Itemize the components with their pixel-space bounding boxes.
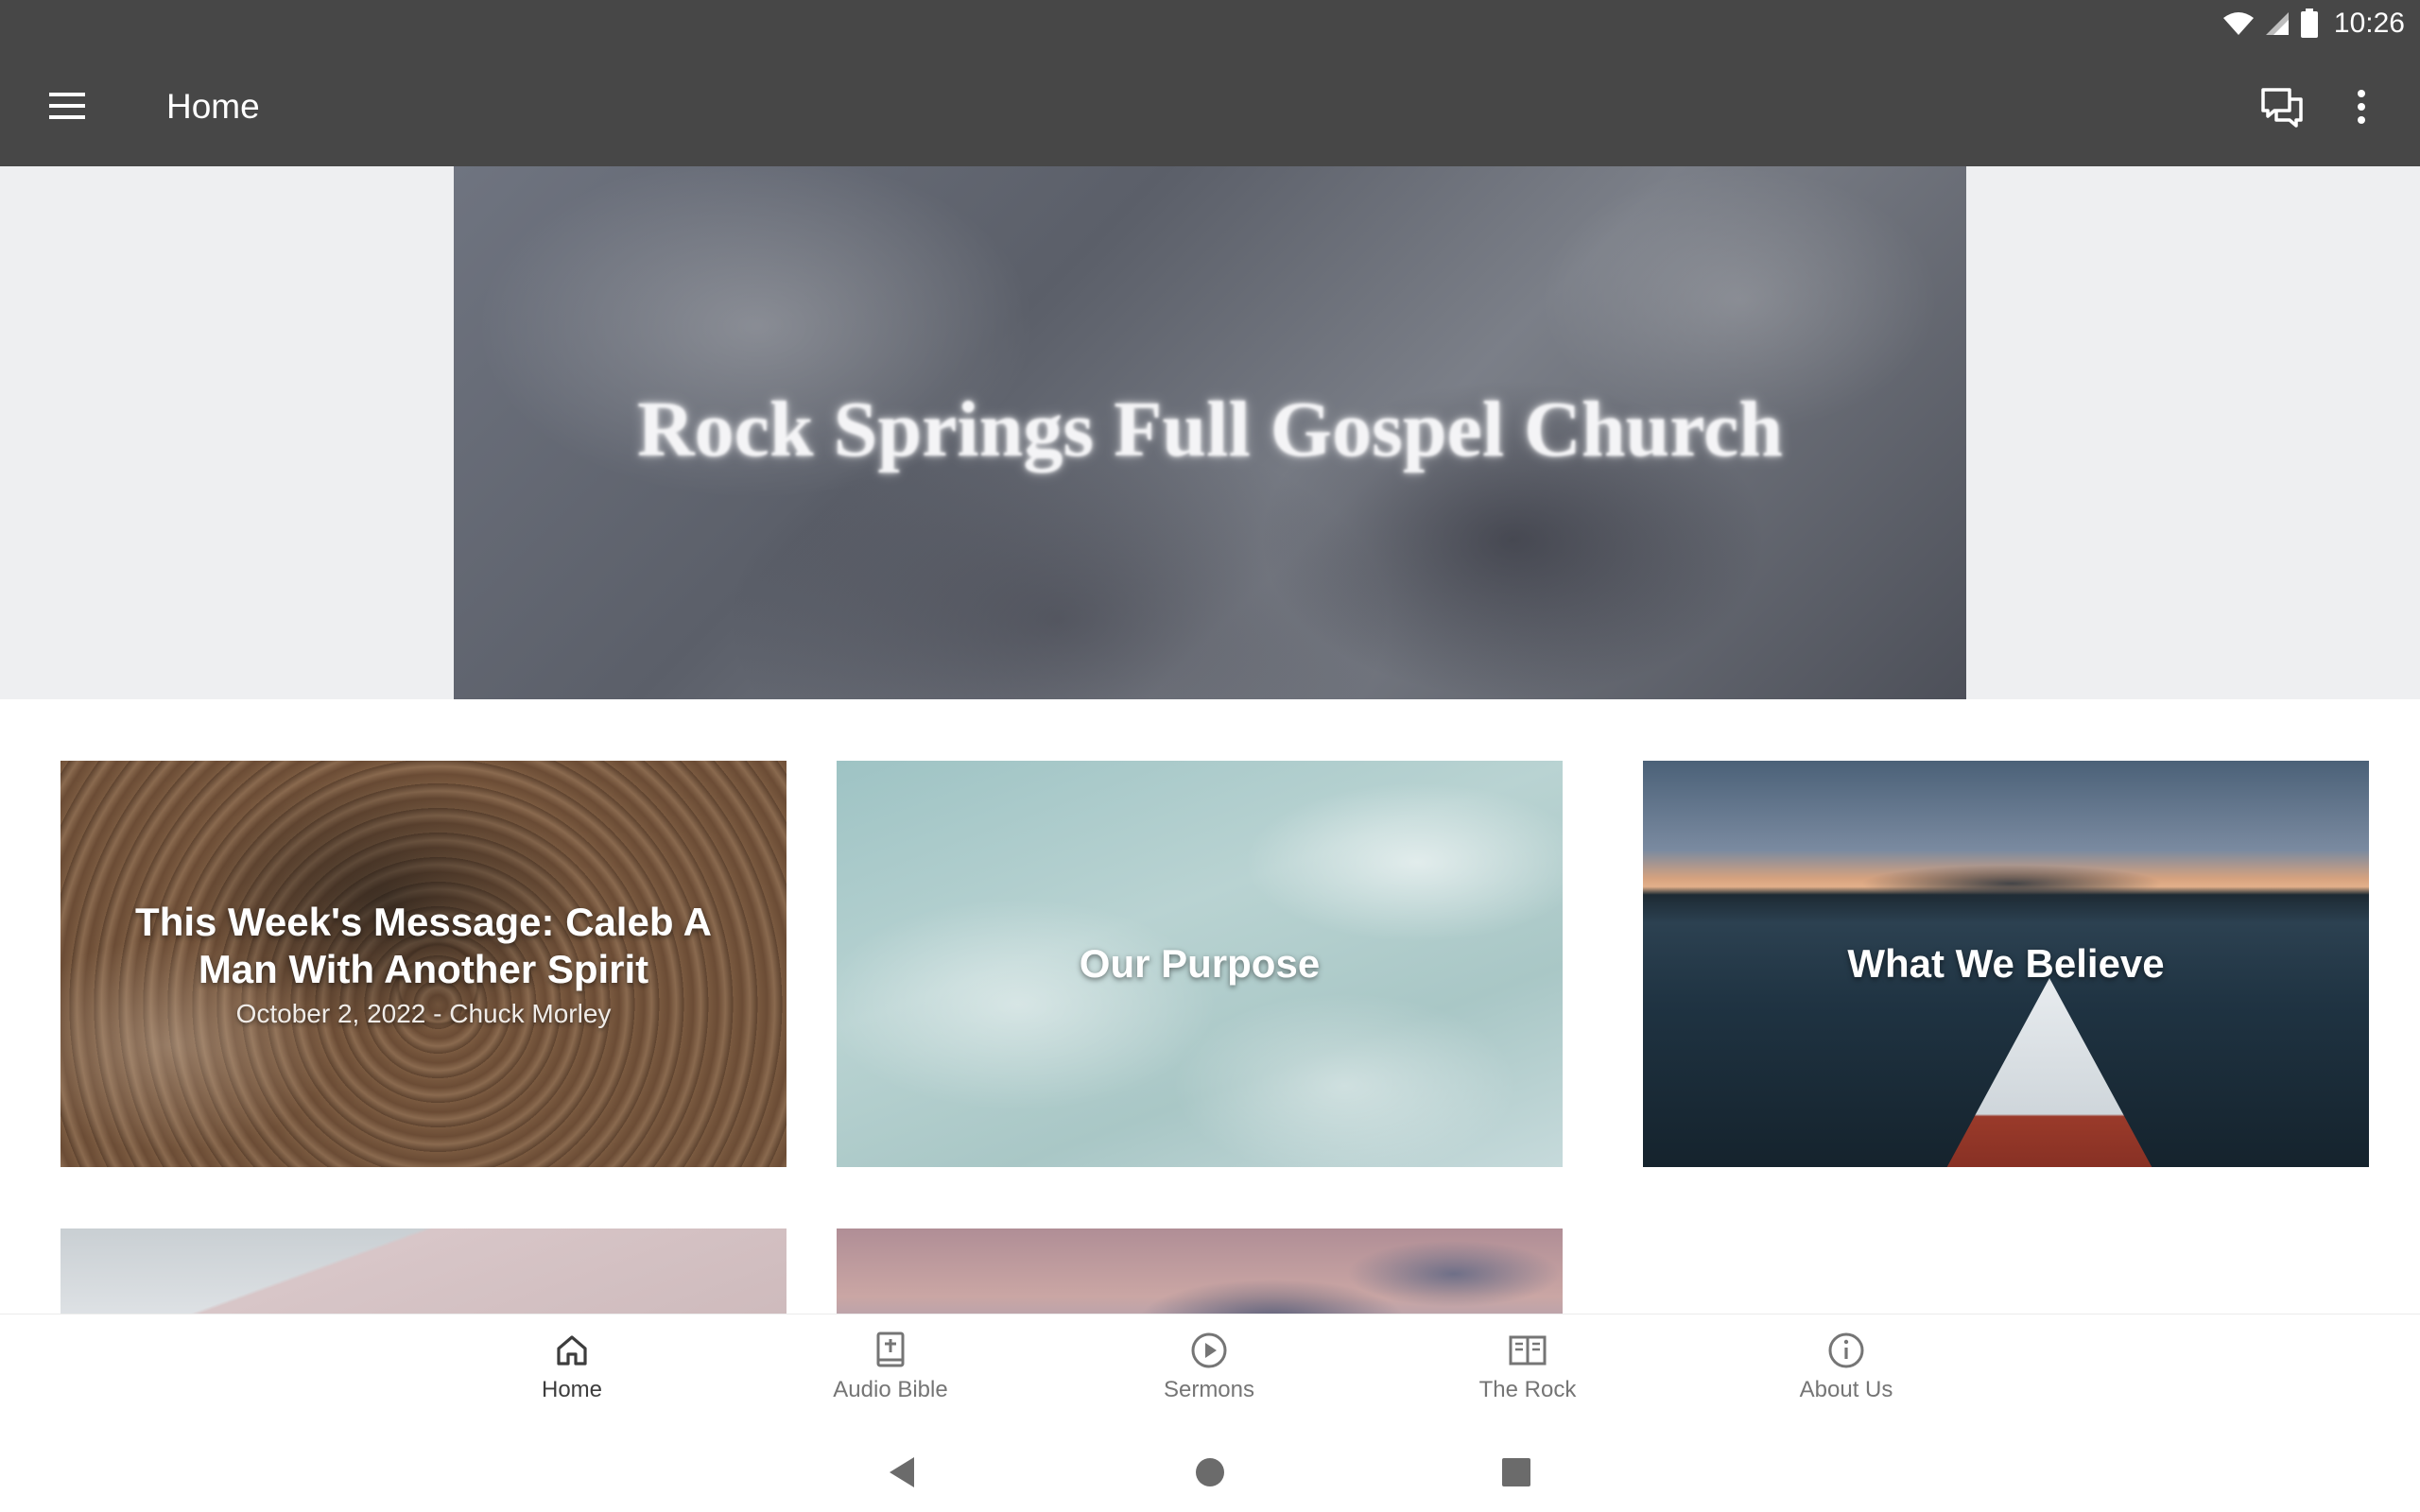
nav-item-about-us[interactable]: About Us	[1752, 1314, 1941, 1426]
more-options-button[interactable]	[2342, 78, 2380, 135]
home-icon	[557, 1335, 587, 1366]
nav-item-audio-bible[interactable]: Audio Bible	[796, 1314, 985, 1426]
card-title: What We Believe	[1847, 941, 2165, 986]
nav-item-the-rock[interactable]: The Rock	[1433, 1314, 1622, 1426]
wifi-icon	[2222, 12, 2254, 35]
card-subtitle: October 2, 2022 - Chuck Morley	[235, 999, 612, 1028]
hero-banner: Rock Springs Full Gospel Church	[0, 166, 2420, 699]
card-what-we-believe[interactable]: What We Believe	[1643, 761, 2369, 1167]
nav-item-sermons[interactable]: Sermons	[1115, 1314, 1304, 1426]
system-navigation-bar	[0, 1425, 2420, 1512]
nav-item-home[interactable]: Home	[477, 1314, 666, 1426]
back-icon	[890, 1457, 914, 1487]
app-bar: Home	[0, 47, 2420, 166]
menu-icon	[49, 93, 85, 119]
nav-label: Audio Bible	[833, 1377, 948, 1402]
card-weekly-message[interactable]: This Week's Message: Caleb A Man With An…	[60, 761, 786, 1167]
play-circle-icon	[1191, 1332, 1227, 1368]
chat-icon	[2261, 88, 2303, 128]
nav-label: Home	[541, 1377, 603, 1402]
hero-title: Rock Springs Full Gospel Church	[636, 386, 1784, 473]
home-circle-icon	[1196, 1458, 1224, 1486]
nav-label: Sermons	[1163, 1377, 1255, 1402]
nav-label: About Us	[1799, 1377, 1893, 1402]
status-time: 10:26	[2333, 8, 2405, 39]
status-icons: 10:26	[2222, 0, 2405, 47]
recents-icon	[1502, 1458, 1530, 1486]
system-back-button[interactable]	[874, 1444, 931, 1501]
chat-button[interactable]	[2252, 78, 2312, 135]
more-vert-icon	[2358, 90, 2365, 124]
hero-image: Rock Springs Full Gospel Church	[454, 166, 1966, 699]
card-title: Our Purpose	[1079, 941, 1321, 986]
system-recents-button[interactable]	[1488, 1444, 1545, 1501]
book-open-icon	[1509, 1335, 1547, 1366]
menu-button[interactable]	[34, 83, 102, 130]
card-title: This Week's Message: Caleb A Man With An…	[135, 900, 712, 991]
card-our-purpose[interactable]: Our Purpose	[837, 761, 1563, 1167]
info-icon	[1828, 1332, 1864, 1368]
bible-icon	[876, 1332, 905, 1367]
signal-icon	[2265, 12, 2289, 35]
bottom-navigation: Home Audio Bible Sermons The Rock About …	[0, 1314, 2420, 1426]
nav-label: The Rock	[1478, 1377, 1577, 1402]
page-title: Home	[166, 87, 260, 126]
status-bar: 10:26	[0, 0, 2420, 47]
system-home-button[interactable]	[1182, 1444, 1238, 1501]
battery-icon	[2300, 9, 2318, 38]
